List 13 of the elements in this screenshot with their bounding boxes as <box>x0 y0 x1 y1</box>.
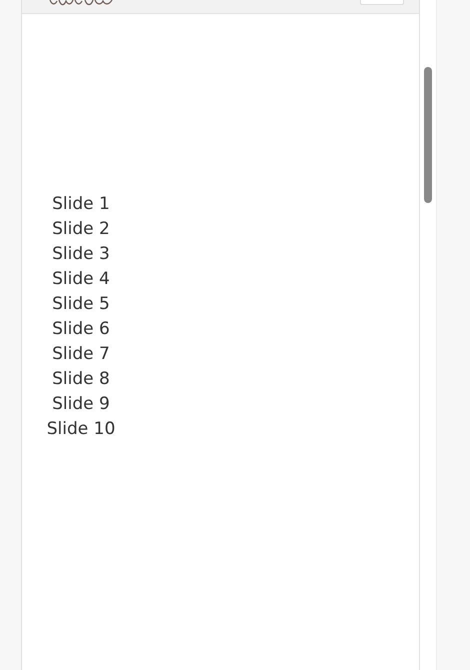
slide-item[interactable]: Slide 10 <box>46 417 116 442</box>
slide-item[interactable]: Slide 6 <box>52 317 110 342</box>
scrollbar[interactable] <box>420 0 437 670</box>
slide-item[interactable]: Slide 8 <box>52 367 110 392</box>
scrollbar-thumb[interactable] <box>424 67 432 203</box>
slide-item[interactable]: Slide 4 <box>52 267 110 292</box>
slide-item[interactable]: Slide 5 <box>52 292 110 317</box>
slide-item[interactable]: Slide 7 <box>52 342 110 367</box>
slide-item[interactable]: Slide 2 <box>52 217 110 242</box>
slide-item[interactable]: Slide 1 <box>52 192 110 217</box>
slide-item[interactable]: Slide 9 <box>52 392 110 417</box>
logo-icon <box>49 0 113 6</box>
slide-item[interactable]: Slide 3 <box>52 242 110 267</box>
